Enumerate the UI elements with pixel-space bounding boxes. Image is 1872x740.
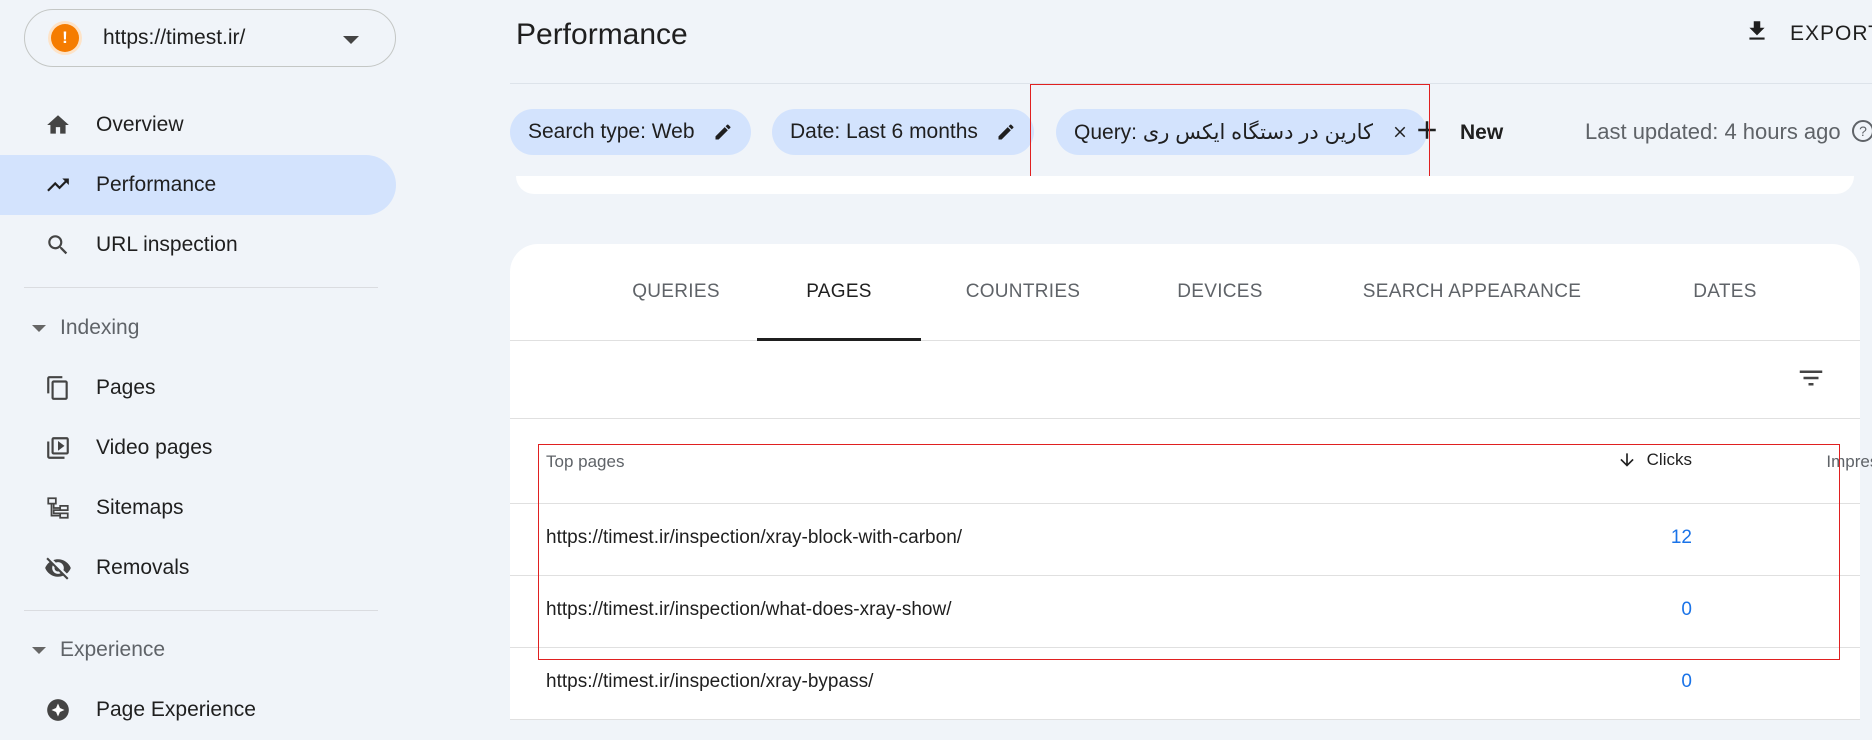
tab-pages[interactable]: PAGES bbox=[757, 244, 921, 341]
chip-label: Date: Last 6 months bbox=[790, 120, 978, 143]
clicks-value: 12 bbox=[1670, 527, 1692, 548]
column-header-clicks[interactable]: Clicks bbox=[1510, 450, 1692, 470]
page-url[interactable]: https://timest.ir/inspection/xray-bypass… bbox=[546, 671, 873, 693]
sidebar-divider bbox=[24, 287, 378, 288]
sitemap-icon bbox=[44, 494, 72, 522]
table-header: Top pages Clicks Impressions bbox=[510, 419, 1872, 504]
eye-off-icon bbox=[44, 554, 72, 582]
trending-up-icon bbox=[44, 171, 72, 199]
edit-pencil-icon[interactable] bbox=[996, 122, 1016, 142]
page-url[interactable]: https://timest.ir/inspection/xray-block-… bbox=[546, 527, 962, 549]
help-icon[interactable]: ? bbox=[1852, 120, 1872, 142]
chip-label: Query: کارین در دستگاه ایکس ری bbox=[1074, 120, 1373, 144]
plus-icon bbox=[1412, 115, 1442, 150]
last-updated-text: Last updated: 4 hours ago bbox=[1585, 119, 1841, 144]
nav-label: Page Experience bbox=[96, 698, 256, 721]
table-row[interactable]: https://timest.ir/inspection/xray-block-… bbox=[510, 504, 1860, 576]
nav-label: Sitemaps bbox=[96, 496, 184, 519]
edit-pencil-icon[interactable] bbox=[713, 122, 733, 142]
sidebar-divider bbox=[24, 610, 378, 611]
impressions-value: 8 bbox=[1710, 671, 1872, 693]
chart-card-bottom bbox=[516, 176, 1854, 194]
column-header-impressions[interactable]: Impressions bbox=[1710, 452, 1872, 472]
new-filter-label: New bbox=[1460, 120, 1504, 144]
close-icon[interactable] bbox=[1391, 123, 1409, 141]
collapse-triangle-icon bbox=[32, 647, 46, 654]
nav-label: Video pages bbox=[96, 436, 213, 459]
dimension-tabs: QUERIES PAGES COUNTRIES DEVICES SEARCH A… bbox=[510, 244, 1860, 341]
report-card: QUERIES PAGES COUNTRIES DEVICES SEARCH A… bbox=[510, 244, 1872, 720]
nav-item-pages[interactable]: Pages bbox=[0, 358, 396, 418]
query-filter-chip[interactable]: Query: کارین در دستگاه ایکس ری bbox=[1056, 109, 1427, 155]
nav-item-page-experience[interactable]: Page Experience bbox=[0, 680, 396, 740]
sort-descending-icon bbox=[1617, 450, 1637, 470]
nav-item-sitemaps[interactable]: Sitemaps bbox=[0, 478, 396, 538]
table-row[interactable]: https://timest.ir/inspection/xray-bypass… bbox=[510, 648, 1860, 720]
tab-search-appearance[interactable]: SEARCH APPEARANCE bbox=[1352, 244, 1592, 340]
pages-icon bbox=[44, 374, 72, 402]
download-icon bbox=[1744, 18, 1770, 49]
nav-item-video-pages[interactable]: Video pages bbox=[0, 418, 396, 478]
clicks-header-label: Clicks bbox=[1646, 450, 1692, 469]
nav-item-url-inspection[interactable]: URL inspection bbox=[0, 215, 396, 275]
tab-label: PAGES bbox=[806, 281, 872, 302]
impressions-value: 30 bbox=[1710, 599, 1872, 621]
impressions-value: 36 bbox=[1710, 527, 1872, 549]
date-range-chip[interactable]: Date: Last 6 months bbox=[772, 109, 1034, 155]
site-favicon-icon: ! bbox=[51, 24, 79, 52]
tab-devices[interactable]: DEVICES bbox=[1160, 244, 1280, 340]
export-button[interactable]: EXPORT bbox=[1744, 18, 1872, 49]
section-experience[interactable]: Experience bbox=[0, 630, 396, 670]
table-row[interactable]: https://timest.ir/inspection/what-does-x… bbox=[510, 576, 1860, 648]
dropdown-caret-icon bbox=[343, 36, 359, 44]
tab-dates[interactable]: DATES bbox=[1660, 244, 1790, 340]
column-header-top-pages[interactable]: Top pages bbox=[546, 452, 624, 472]
table-toolbar bbox=[510, 341, 1860, 419]
page-title: Performance bbox=[516, 18, 688, 51]
nav-item-overview[interactable]: Overview bbox=[0, 95, 396, 155]
search-icon bbox=[44, 231, 72, 259]
sidebar: ! https://timest.ir/ Overview Performanc… bbox=[0, 0, 400, 721]
nav-label: Pages bbox=[96, 376, 156, 399]
section-indexing[interactable]: Indexing bbox=[0, 308, 396, 348]
page-url[interactable]: https://timest.ir/inspection/what-does-x… bbox=[546, 599, 952, 621]
nav-label: Performance bbox=[96, 173, 217, 196]
clicks-value: 0 bbox=[1681, 599, 1692, 620]
nav-label: Removals bbox=[96, 556, 190, 579]
nav-label: Overview bbox=[96, 113, 184, 136]
search-type-chip[interactable]: Search type: Web bbox=[510, 109, 751, 155]
collapse-triangle-icon bbox=[32, 325, 46, 332]
new-filter-button[interactable]: New bbox=[1412, 115, 1503, 150]
tab-countries[interactable]: COUNTRIES bbox=[950, 244, 1096, 340]
tab-queries[interactable]: QUERIES bbox=[600, 244, 752, 340]
property-url: https://timest.ir/ bbox=[103, 26, 246, 49]
property-selector[interactable]: ! https://timest.ir/ bbox=[24, 9, 396, 67]
section-title: Experience bbox=[60, 638, 166, 661]
video-pages-icon bbox=[44, 434, 72, 462]
home-icon bbox=[44, 111, 72, 139]
header-divider bbox=[510, 83, 1872, 84]
filter-rows-icon[interactable] bbox=[1796, 363, 1826, 398]
section-title: Indexing bbox=[60, 316, 140, 339]
clicks-value: 0 bbox=[1681, 671, 1692, 692]
export-label: EXPORT bbox=[1790, 21, 1872, 45]
nav-item-performance[interactable]: Performance bbox=[0, 155, 396, 215]
nav-item-removals[interactable]: Removals bbox=[0, 538, 396, 598]
nav-label: URL inspection bbox=[96, 233, 238, 256]
chip-label: Search type: Web bbox=[528, 120, 695, 143]
